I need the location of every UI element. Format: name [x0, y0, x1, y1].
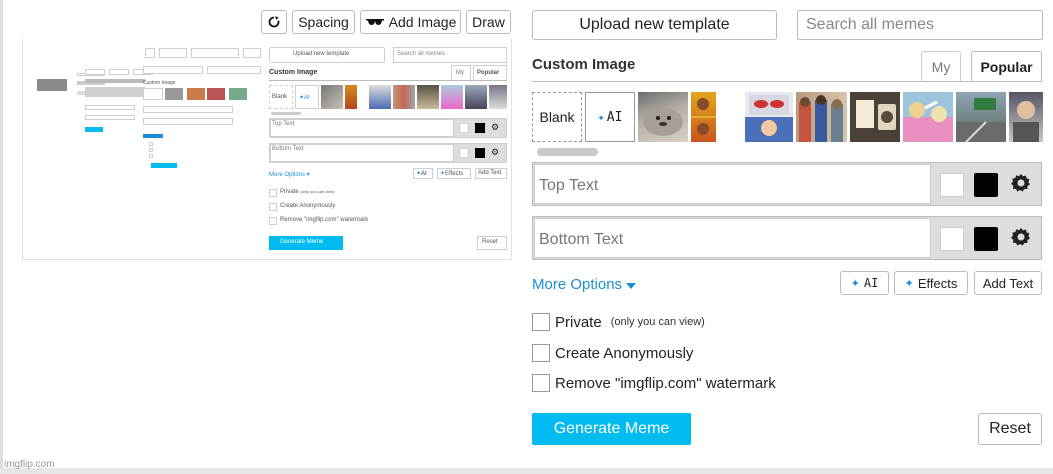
top-text-settings-button[interactable] — [1009, 173, 1033, 197]
top-text-row — [532, 162, 1042, 206]
caret-down-icon — [626, 276, 637, 293]
tab-my[interactable]: My — [921, 51, 961, 82]
more-options-link[interactable]: More Options — [532, 276, 637, 293]
preview-panel: Upload new template Search all memes Cus… — [269, 39, 511, 259]
private-note: (only you can view) — [610, 316, 705, 328]
tab-divider — [532, 81, 1042, 82]
top-outline-color-swatch[interactable] — [974, 173, 998, 197]
draw-button[interactable]: Draw — [466, 10, 511, 34]
top-text-input[interactable] — [534, 164, 931, 204]
tab-my-label: My — [931, 59, 951, 75]
gear-icon — [1011, 227, 1031, 252]
bottom-outline-color-swatch[interactable] — [974, 227, 998, 251]
blank-template-tile[interactable]: Blank — [532, 92, 582, 142]
rotate-icon — [268, 16, 280, 28]
spacing-button[interactable]: Spacing — [292, 10, 355, 34]
template-thumb-buttons[interactable] — [745, 92, 793, 142]
reset-label: Reset — [989, 420, 1031, 437]
add-text-label: Add Text — [982, 275, 1034, 291]
mini-bottom-text: Bottom Text — [272, 146, 304, 152]
private-option[interactable]: Private (only you can view) — [532, 313, 705, 331]
draw-label: Draw — [472, 14, 505, 30]
mini-more-options: More Options — [269, 172, 306, 178]
blank-label: Blank — [539, 109, 575, 125]
nested-preview-3: Custom Image — [143, 48, 263, 168]
ai-button-label: AI — [863, 276, 879, 290]
mini-anonymous: Create Anonymously — [280, 203, 336, 209]
bottom-text-row — [532, 216, 1042, 260]
remove-watermark-checkbox[interactable] — [532, 374, 550, 392]
mini-blank: Blank — [272, 94, 288, 100]
left-frame-border — [0, 0, 3, 474]
tab-popular-label: Popular — [980, 59, 1033, 75]
generate-meme-label: Generate Meme — [553, 420, 670, 437]
add-image-button[interactable]: Add Image — [360, 10, 461, 34]
reset-button[interactable]: Reset — [978, 413, 1042, 445]
site-watermark: imgflip.com — [4, 459, 55, 470]
template-thumb-drake[interactable] — [691, 92, 716, 142]
sparkle-icon: ✦ — [904, 277, 914, 290]
more-options-label: More Options — [532, 276, 623, 293]
bottom-frame-border — [0, 468, 1053, 474]
template-thumb-slap[interactable] — [903, 92, 953, 142]
remove-watermark-option[interactable]: Remove "imgflip.com" watermark — [532, 374, 776, 392]
private-label: Private — [555, 313, 602, 331]
template-thumb-bernie[interactable] — [1009, 92, 1043, 142]
add-image-label: Add Image — [388, 14, 457, 30]
mini-upload-label: Upload new template — [293, 51, 350, 57]
gear-icon — [1011, 173, 1031, 198]
upload-template-button[interactable]: Upload new template — [532, 10, 777, 40]
bottom-text-input[interactable] — [534, 218, 931, 258]
template-scrollbar[interactable] — [537, 148, 598, 156]
rotate-button[interactable] — [261, 10, 287, 34]
mini-search-label: Search all memes — [397, 51, 446, 57]
mini-top-text: Top Text — [272, 121, 295, 127]
template-thumb-exit[interactable] — [956, 92, 1006, 142]
sparkle-icon: ✦ — [850, 277, 860, 290]
sunglasses-icon — [365, 17, 385, 27]
mini-add-text: Add Text — [478, 170, 502, 176]
mini-title: Custom Image — [269, 69, 318, 76]
mini-tab-my: My — [456, 70, 464, 76]
sparkle-icon: ✦ — [597, 110, 605, 124]
mini-ai: AI — [304, 95, 310, 101]
section-title: Custom Image — [532, 56, 636, 73]
spacing-label: Spacing — [298, 14, 349, 30]
upload-template-label: Upload new template — [579, 16, 730, 33]
private-checkbox[interactable] — [532, 313, 550, 331]
ai-button[interactable]: ✦ AI — [840, 271, 889, 295]
ai-template-tile[interactable]: ✦ AI — [585, 92, 635, 142]
ai-label: AI — [606, 109, 623, 125]
bottom-text-color-swatch[interactable] — [940, 227, 964, 251]
anonymous-checkbox[interactable] — [532, 344, 550, 362]
effects-button[interactable]: ✦ Effects — [894, 271, 968, 295]
mini-tab-popular: Popular — [477, 70, 500, 76]
top-text-color-swatch[interactable] — [940, 173, 964, 197]
bottom-text-settings-button[interactable] — [1009, 227, 1033, 251]
mini-reset: Reset — [482, 239, 498, 245]
anonymous-option[interactable]: Create Anonymously — [532, 344, 693, 362]
search-input[interactable] — [797, 10, 1043, 40]
mini-generate: Generate Meme — [280, 239, 324, 245]
template-thumb-seal[interactable] — [638, 92, 688, 142]
tab-popular[interactable]: Popular — [971, 51, 1042, 82]
mini-private: Private — [280, 189, 299, 195]
mini-private-note: (only you can view) — [300, 189, 335, 194]
mini-watermark-option: Remove "imgflip.com" watermark — [280, 217, 369, 223]
mini-ai-button: AI — [421, 171, 427, 177]
anonymous-label: Create Anonymously — [555, 344, 694, 362]
template-thumb-uno[interactable] — [850, 92, 900, 142]
effects-label: Effects — [917, 275, 958, 291]
add-text-button[interactable]: Add Text — [974, 271, 1042, 295]
remove-watermark-label: Remove "imgflip.com" watermark — [555, 374, 776, 392]
meme-canvas[interactable]: Custom Image Upload new template Search … — [22, 39, 512, 260]
generate-meme-button[interactable]: Generate Meme — [532, 413, 691, 445]
template-thumb-distracted[interactable] — [796, 92, 847, 142]
mini-effects: Effects — [445, 171, 464, 177]
